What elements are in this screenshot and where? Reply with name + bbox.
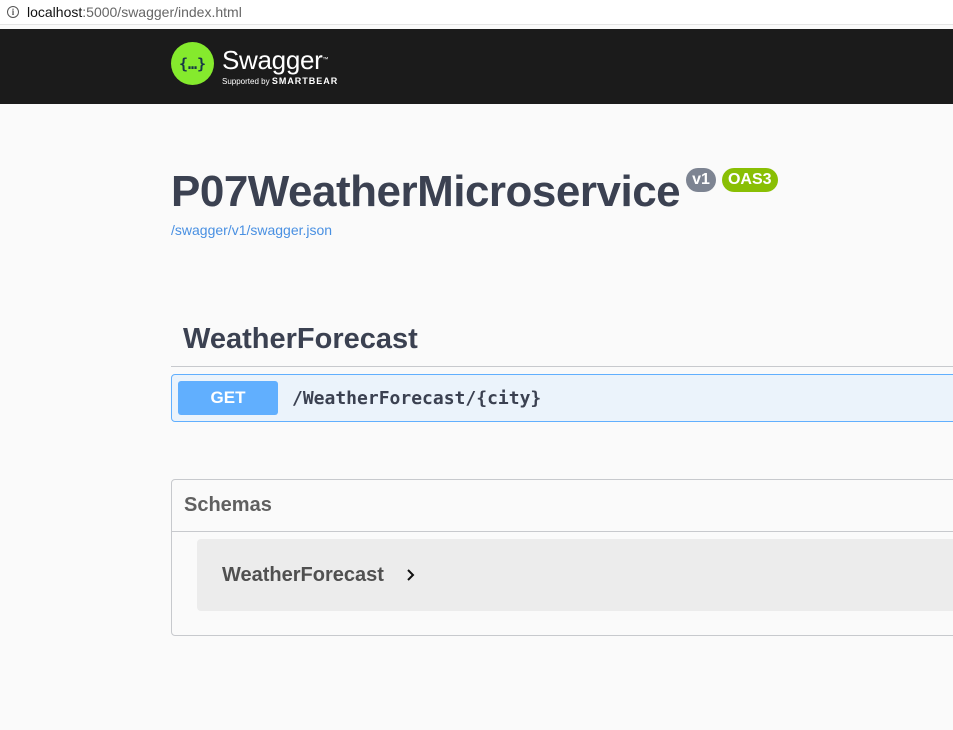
title-row: P07WeatherMicroservice v1 OAS3 bbox=[171, 165, 778, 219]
trademark: ™ bbox=[322, 57, 329, 63]
oas-badge: OAS3 bbox=[721, 168, 778, 192]
url-text[interactable]: localhost:5000/swagger/index.html bbox=[27, 4, 242, 20]
version-badge: v1 bbox=[686, 168, 716, 192]
spec-url-link[interactable]: /swagger/v1/swagger.json bbox=[171, 222, 778, 238]
model-name: WeatherForecast bbox=[222, 563, 384, 586]
tag-section-weatherforecast: WeatherForecast GET /WeatherForecast/{ci… bbox=[171, 312, 953, 422]
operation-path: /WeatherForecast/{city} bbox=[292, 387, 542, 409]
schemas-header[interactable]: Schemas bbox=[172, 480, 953, 532]
url-path: :5000/swagger/index.html bbox=[82, 4, 242, 20]
operation-get-weatherforecast[interactable]: GET /WeatherForecast/{city} bbox=[171, 374, 953, 422]
method-badge: GET bbox=[178, 381, 278, 415]
swagger-logo-icon: {…} bbox=[171, 42, 214, 85]
url-host: localhost bbox=[27, 4, 83, 20]
api-info: P07WeatherMicroservice v1 OAS3 /swagger/… bbox=[171, 165, 778, 238]
logo-subtitle: Supported by SMARTBEAR bbox=[222, 76, 338, 86]
model-weatherforecast[interactable]: WeatherForecast bbox=[197, 539, 953, 611]
tag-header[interactable]: WeatherForecast bbox=[171, 312, 953, 367]
schemas-title: Schemas bbox=[184, 494, 272, 516]
tag-name: WeatherForecast bbox=[183, 322, 418, 355]
chevron-right-icon[interactable] bbox=[406, 568, 416, 586]
swagger-topbar: {…} Swagger™ Supported by SMARTBEAR bbox=[0, 29, 953, 104]
smartbear-text: SMARTBEAR bbox=[271, 76, 339, 86]
browser-address-bar[interactable]: i localhost:5000/swagger/index.html bbox=[0, 0, 953, 25]
swagger-logo[interactable]: {…} Swagger™ Supported by SMARTBEAR bbox=[171, 42, 338, 86]
supported-by-text: Supported by bbox=[222, 77, 272, 86]
schemas-section: Schemas WeatherForecast bbox=[171, 479, 953, 636]
logo-title: Swagger™ bbox=[222, 47, 338, 73]
page-title: P07WeatherMicroservice bbox=[171, 167, 681, 216]
brand-name: Swagger bbox=[222, 45, 323, 75]
info-icon[interactable]: i bbox=[7, 6, 19, 18]
logo-text: Swagger™ Supported by SMARTBEAR bbox=[222, 47, 338, 86]
